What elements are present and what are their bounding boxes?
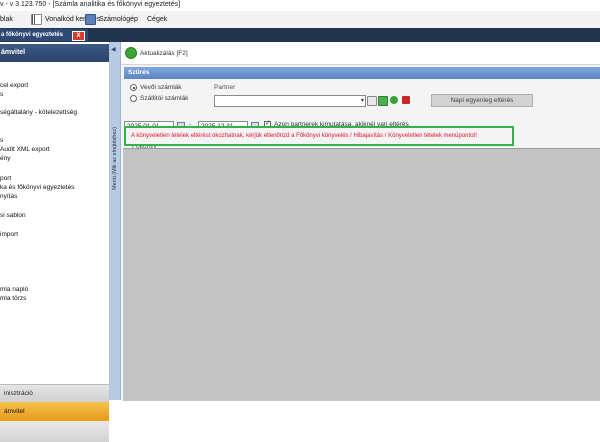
sidebar-header[interactable]: ámvitel <box>0 44 109 62</box>
menu-collapse-strip[interactable]: ◀ Menü (Mik az elrejtéshez) <box>110 42 121 400</box>
sidebar-item[interactable]: mla törzs <box>0 295 26 302</box>
menu-bar: blak Vonalkód keresés Számológép Cégek <box>0 11 600 29</box>
daily-balance-difference-button[interactable]: Napi egyenleg eltérés <box>431 94 533 107</box>
sidebar-item[interactable]: import <box>0 231 18 238</box>
radio-customer-invoices[interactable]: Vevői számlák <box>130 84 182 91</box>
partner-label: Partner <box>214 84 236 91</box>
title-bar: v - v 3.123.750 - [Számla analitika és f… <box>0 0 600 11</box>
refresh-button[interactable]: Aktualizálás [F2] <box>125 47 188 59</box>
refresh-icon <box>125 47 137 59</box>
radio-selected-icon <box>130 84 137 91</box>
sidebar-item[interactable]: Audit XML export <box>0 146 50 153</box>
radio-supplier-invoices[interactable]: Szállítói számlák <box>130 95 188 102</box>
menu-collapse-label: Menü (Mik az elrejtéshez) <box>112 127 118 190</box>
barcode-icon <box>31 14 42 25</box>
chevron-down-icon: ▾ <box>360 98 364 104</box>
tab-close-icon[interactable]: X <box>72 31 85 41</box>
partner-clear-icon[interactable] <box>367 96 377 106</box>
tab-strip: a főkönyvi egyeztetés X <box>0 28 600 42</box>
menu-item-blak[interactable]: blak <box>0 14 13 25</box>
sidebar-item[interactable]: mla napló <box>0 286 28 293</box>
sidebar-item[interactable]: nyítás <box>0 193 17 200</box>
menu-item-calculator[interactable]: Számológép <box>85 14 138 25</box>
sidebar-item[interactable]: si sablon <box>0 212 26 219</box>
window-title: v - v 3.123.750 - [Számla analitika és f… <box>0 1 181 8</box>
sidebar-section-accounting-active[interactable]: ámvitel <box>0 402 109 421</box>
tab-ledger-reconciliation[interactable]: a főkönyvi egyeztetés X <box>0 29 88 41</box>
sidebar-item[interactable]: ény <box>0 155 10 162</box>
sidebar-section-administration[interactable]: inisztráció <box>0 384 109 402</box>
calculator-icon <box>85 14 96 25</box>
partner-add-icon[interactable] <box>378 96 388 106</box>
sidebar-item[interactable]: s <box>0 137 3 144</box>
sidebar-item[interactable]: s <box>0 91 3 98</box>
radio-unselected-icon <box>130 95 137 102</box>
collapse-arrow-icon[interactable]: ◀ <box>111 46 116 53</box>
filter-section-header: Szűrés <box>124 67 600 79</box>
sidebar-item[interactable]: ka és főkönyvi egyeztetés <box>0 184 74 191</box>
sidebar: ámvitel cel export s ségáltalány - kötel… <box>0 42 110 442</box>
sidebar-item[interactable]: port <box>0 175 11 182</box>
sidebar-item[interactable]: ségáltalány - kötelezettség <box>0 109 77 116</box>
unposted-items-warning: A könyveletlen tételek eltérést okozhatn… <box>124 126 514 146</box>
toolbar: Aktualizálás [F2] <box>121 42 600 65</box>
sidebar-item[interactable]: cel export <box>0 82 28 89</box>
partner-delete-icon[interactable] <box>402 96 410 104</box>
sidebar-section-footer[interactable] <box>0 421 109 442</box>
menu-item-companies[interactable]: Cégek <box>147 14 167 25</box>
partner-refresh-icon[interactable] <box>390 96 398 104</box>
partner-select[interactable]: ▾ <box>214 95 366 107</box>
results-grid[interactable] <box>123 148 600 401</box>
